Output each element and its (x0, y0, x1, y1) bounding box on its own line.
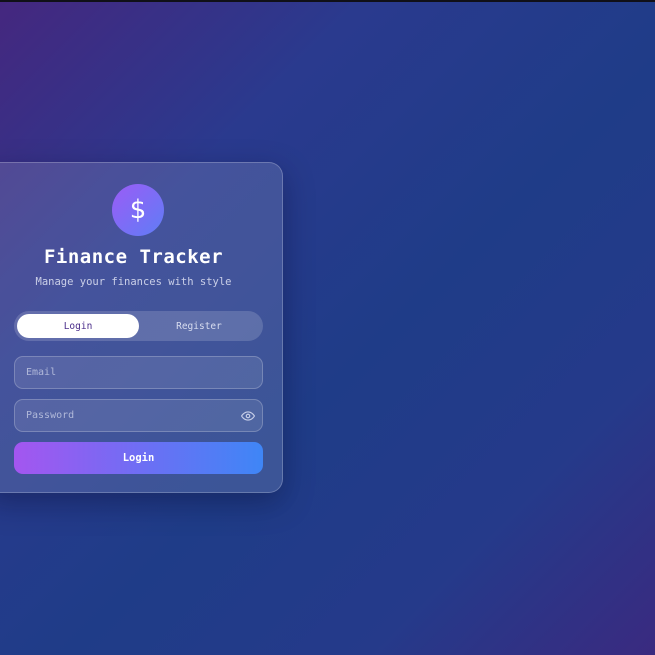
tab-login[interactable]: Login (17, 314, 139, 338)
password-field-wrapper (14, 399, 263, 432)
app-title: Finance Tracker (43, 246, 224, 268)
window-top-edge (0, 0, 655, 2)
email-field-wrapper (14, 356, 263, 389)
login-button[interactable]: Login (14, 442, 263, 474)
app-subtitle: Manage your finances with style (35, 276, 232, 288)
app-logo: $ (112, 184, 164, 236)
auth-tabs: Login Register (14, 311, 263, 341)
email-input[interactable] (15, 357, 262, 388)
password-input[interactable] (15, 400, 262, 431)
tab-register[interactable]: Register (138, 314, 260, 338)
dollar-icon: $ (129, 195, 147, 225)
login-card: $ Finance Tracker Manage your finances w… (0, 162, 283, 493)
eye-icon[interactable] (241, 409, 255, 423)
